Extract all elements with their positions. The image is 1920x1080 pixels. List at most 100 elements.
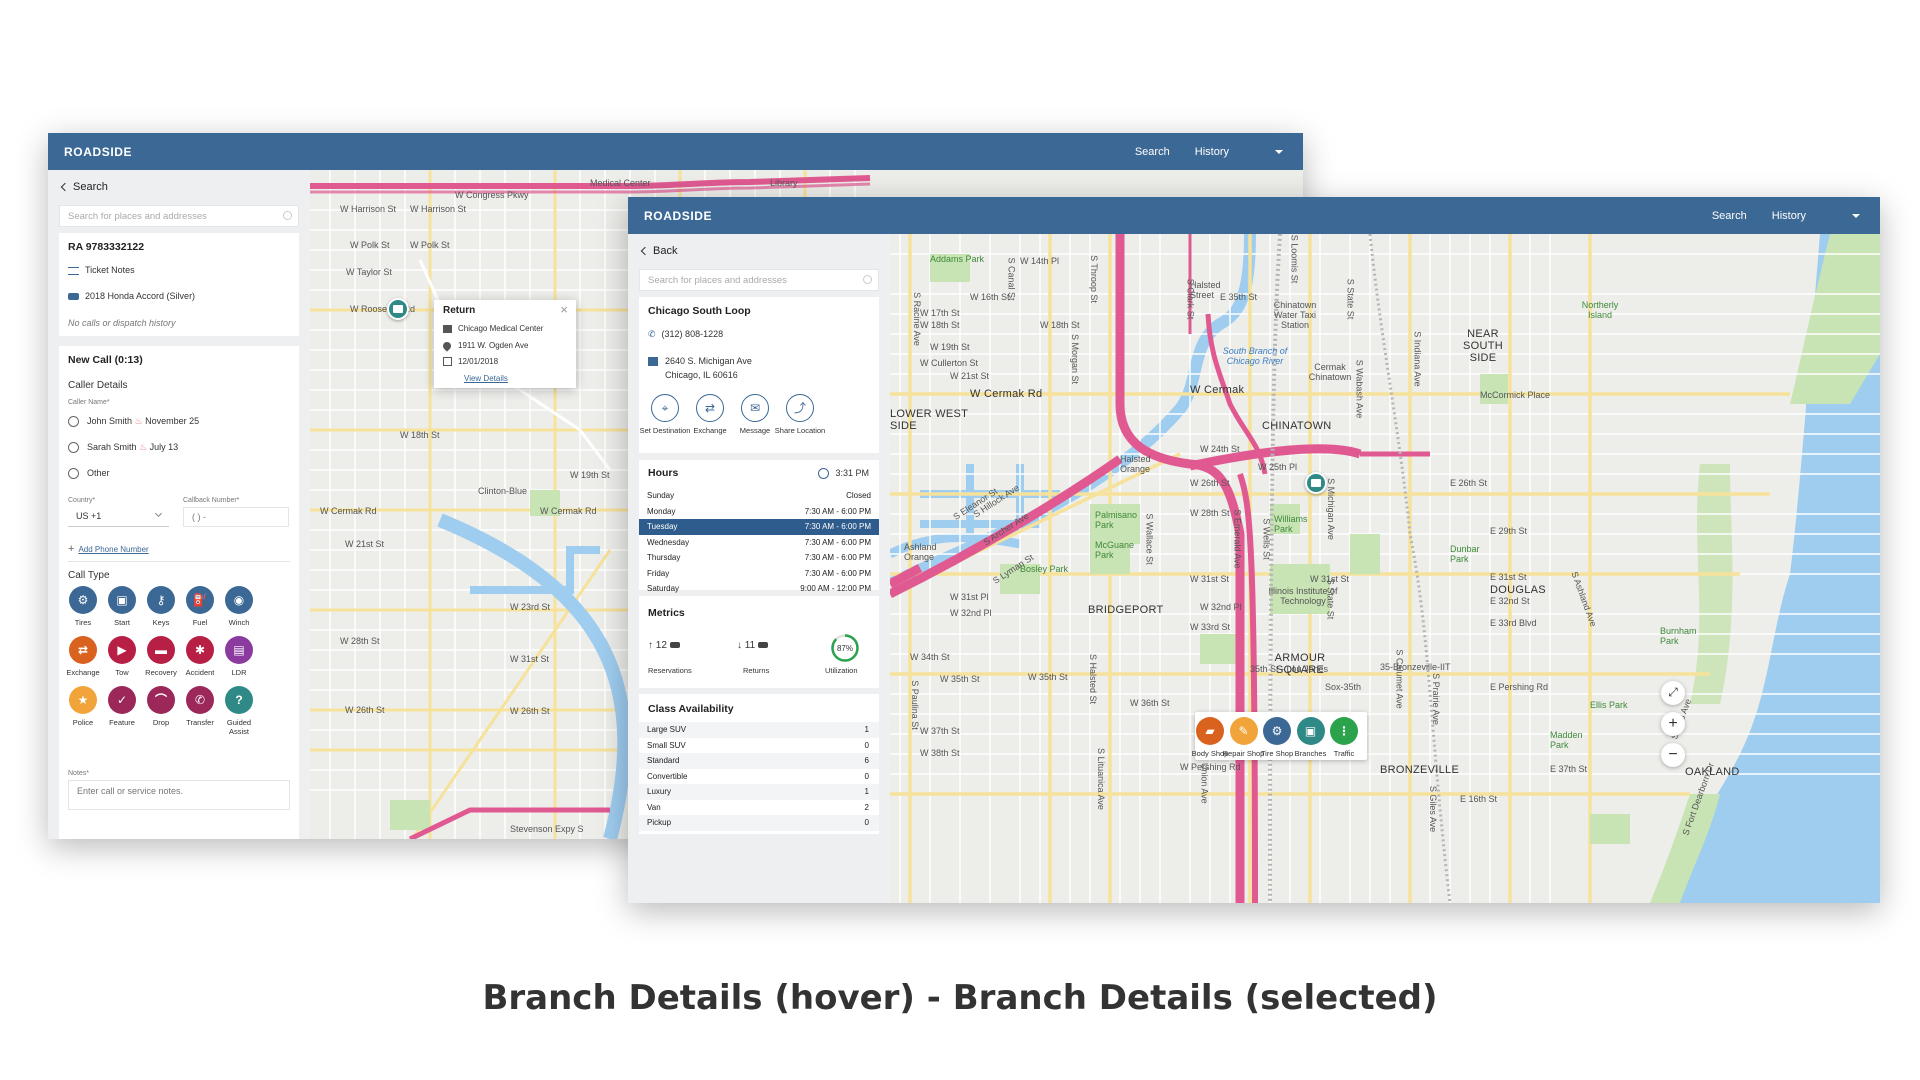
back-link[interactable]: Back (640, 245, 677, 257)
call-type-keys[interactable]: ⚷ Keys (139, 586, 183, 627)
view-details-link[interactable]: View Details (464, 374, 508, 383)
account-dropdown-caret-icon[interactable] (1275, 150, 1283, 154)
add-phone-link[interactable]: + Add Phone Number (68, 543, 149, 555)
call-type-drop[interactable]: ⌒ Drop (139, 686, 183, 727)
tow-icon: ▶ (108, 636, 136, 664)
ticket-notes-label: Ticket Notes (85, 265, 135, 275)
drop-icon: ⌒ (147, 686, 175, 714)
branch-phone-row[interactable]: ✆ (312) 808-1228 (648, 329, 723, 340)
reservations-metric: ↑ 12 (648, 640, 680, 651)
call-type-label: Drop (152, 718, 170, 727)
phone-icon: ✆ (648, 329, 656, 339)
country-value: US +1 (76, 511, 102, 521)
map-label: Halsted Orange (1120, 454, 1151, 474)
nav-history[interactable]: History (1772, 210, 1806, 222)
map-label: South Branch of Chicago River (1222, 346, 1288, 366)
notes-icon (68, 266, 79, 275)
map-label: W Pershing Rd (1180, 762, 1241, 772)
branch-pin-icon[interactable] (387, 298, 409, 320)
account-dropdown-caret-icon[interactable] (1852, 214, 1860, 218)
class-count: 1 (864, 725, 869, 734)
map-label: W 32nd Pl (1200, 602, 1242, 612)
map-label: S Throop St (1088, 255, 1099, 303)
call-type-label: Accident (185, 668, 215, 677)
call-type-tires[interactable]: ⚙ Tires (61, 586, 105, 627)
call-type-label: Tires (74, 618, 92, 627)
callback-number-input[interactable]: ( ) - (183, 507, 289, 527)
poi-label: Traffic (1333, 749, 1355, 758)
map-view[interactable]: Addams Park W 14th Pl W 16th St E 35th S… (890, 234, 1880, 903)
zoom-out-button[interactable]: − (1661, 743, 1685, 767)
radio-button (68, 468, 79, 480)
map-label: Ellis Park (1590, 700, 1628, 710)
search-input[interactable]: Search for places and addresses (59, 205, 299, 227)
map-label: S Canal St (1006, 257, 1017, 301)
map-label: S Indiana Ave (1412, 331, 1423, 387)
set-destination-icon: ⌖ (651, 394, 679, 422)
map-label: S Giles Ave (1428, 785, 1439, 833)
fullscreen-icon[interactable]: ⤢ (1661, 681, 1685, 705)
caller-option-sarah[interactable]: Sarah Smith ♨ July 13 (68, 442, 178, 454)
call-type-label: Start (114, 618, 130, 627)
call-type-police[interactable]: ★ Police (61, 686, 105, 727)
slide-caption: Branch Details (hover) - Branch Details … (482, 978, 1438, 1018)
caller-option-john[interactable]: John Smith ♨ November 25 (68, 416, 199, 428)
close-icon[interactable]: × (560, 302, 568, 317)
map-label: W 21st St (345, 539, 385, 549)
call-type-feature[interactable]: ✓ Feature (100, 686, 144, 727)
sidebar: Back Search for places and addresses Chi… (628, 234, 890, 903)
utilization-value: 87% (836, 644, 853, 653)
map-label: E 16th St (1460, 794, 1498, 804)
map-label: Madden Park (1550, 730, 1583, 750)
call-type-label: Recovery (145, 668, 177, 677)
exchange-icon: ⇄ (69, 636, 97, 664)
reservations-value: 12 (655, 640, 667, 651)
caller-option-other[interactable]: Other (68, 468, 110, 480)
map-label: W 26th St (510, 706, 550, 716)
call-type-recovery[interactable]: ▬ Recovery (139, 636, 183, 677)
map-label: W 35th St (1028, 672, 1068, 682)
call-type-transfer[interactable]: ✆ Transfer (178, 686, 222, 727)
map-label: Library (770, 178, 798, 188)
hours-time: 9:00 AM - 12:00 PM (800, 584, 871, 593)
map-label: W 35th St (940, 674, 980, 684)
country-select[interactable]: US +1 (68, 507, 169, 527)
map-label: W Cermak Rd (540, 506, 597, 516)
search-input[interactable]: Search for places and addresses (639, 269, 879, 291)
call-type-fuel[interactable]: ⛽ Fuel (178, 586, 222, 627)
call-type-label: Guided Assist (226, 718, 252, 736)
car-icon (68, 293, 79, 301)
search-icon (283, 211, 292, 220)
notes-textarea[interactable]: Enter call or service notes. (68, 780, 290, 810)
zoom-in-button[interactable]: + (1661, 712, 1685, 736)
share-location-button[interactable]: ⤴ Share Location (770, 394, 830, 435)
map-label: W 31st St (1190, 574, 1230, 584)
nav-history[interactable]: History (1195, 146, 1229, 158)
popup-address-row: 1911 W. Ogden Ave (441, 340, 528, 352)
ticket-notes-link[interactable]: Ticket Notes (68, 265, 135, 275)
call-type-winch[interactable]: ◉ Winch (217, 586, 261, 627)
call-type-start[interactable]: ▣ Start (100, 586, 144, 627)
map-label: S Emerald Ave (1232, 509, 1243, 569)
returns-value: 11 (744, 640, 756, 651)
callback-label: Callback Number* (183, 497, 240, 504)
branch-name: Chicago South Loop (648, 305, 751, 317)
poi-filter-traffic[interactable]: ⋮ Traffic (1321, 717, 1367, 758)
map-label: W Cermak (1190, 384, 1245, 396)
call-type-tow[interactable]: ▶ Tow (100, 636, 144, 677)
map-label: W Polk St (410, 240, 450, 250)
nav-search[interactable]: Search (1712, 210, 1747, 222)
poi-filter-bar: ▰ Body Shop ✎ Repair Shop ⚙ Tire Shop ▣ Branche… (1192, 712, 1367, 760)
class-count: 2 (864, 802, 869, 812)
branch-pin-icon[interactable] (1305, 472, 1327, 494)
map-label: W Harrison St (410, 204, 467, 214)
call-type-guided-assist[interactable]: ? Guided Assist (217, 686, 261, 736)
call-type-accident[interactable]: ✱ Accident (178, 636, 222, 677)
message-icon: ✉ (741, 394, 769, 422)
call-type-exchange[interactable]: ⇄ Exchange (61, 636, 105, 677)
class-row: Pickup 0 (639, 815, 879, 831)
back-link[interactable]: Search (60, 181, 108, 193)
call-type-ldr[interactable]: ▤ LDR (217, 636, 261, 677)
nav-search[interactable]: Search (1135, 146, 1170, 158)
map-label: W Taylor St (346, 267, 392, 277)
